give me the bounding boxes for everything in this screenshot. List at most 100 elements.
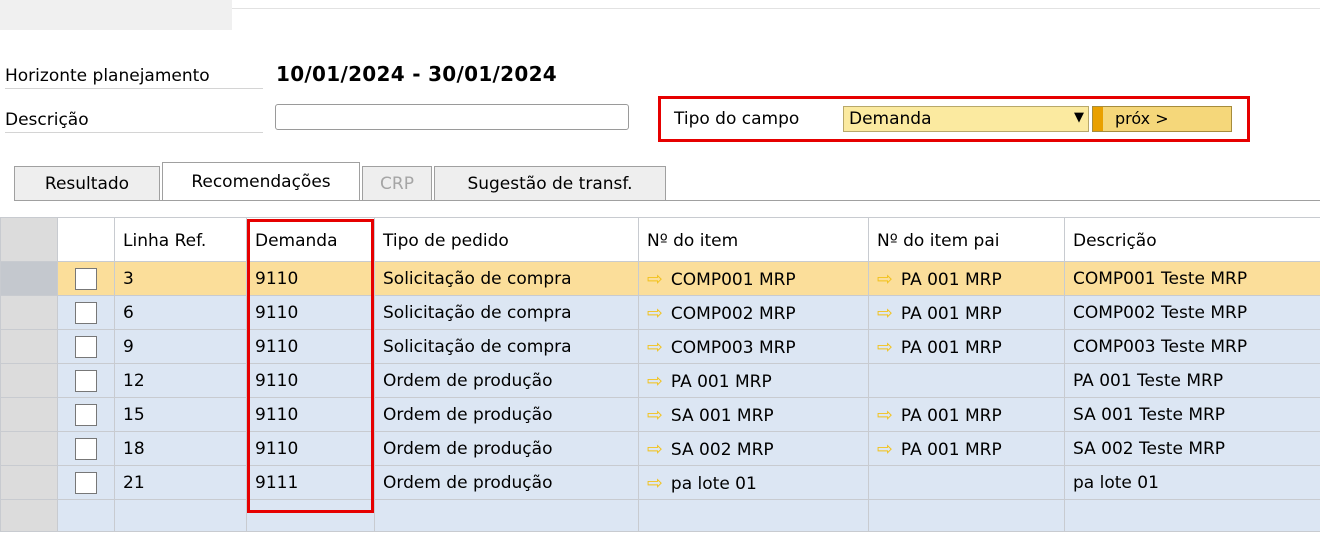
tab-sugestao-transf[interactable]: Sugestão de transf. — [434, 166, 666, 200]
table-row[interactable]: 15 9110 Ordem de produção ⇨ SA 001 MRP ⇨ PA 00… — [0, 397, 1320, 432]
column-header-descricao[interactable]: Descrição — [1064, 217, 1320, 262]
row-checkbox[interactable] — [75, 471, 97, 494]
link-arrow-icon[interactable]: ⇨ — [877, 336, 893, 358]
empty-cell — [868, 499, 1065, 532]
cell-text: PA 001 Teste MRP — [1073, 370, 1224, 391]
row-header-corner — [0, 217, 58, 262]
cell-item: ⇨ SA 001 MRP — [638, 397, 869, 432]
cell-text: COMP003 MRP — [670, 337, 796, 358]
table-row[interactable]: 18 9110 Ordem de produção ⇨ SA 002 MRP ⇨ PA 00… — [0, 431, 1320, 466]
cell-descricao: SA 002 Teste MRP — [1064, 431, 1320, 466]
link-arrow-icon[interactable]: ⇨ — [647, 302, 663, 324]
cell-descricao: pa lote 01 — [1064, 465, 1320, 500]
link-arrow-icon[interactable]: ⇨ — [877, 268, 893, 290]
row-header — [0, 499, 58, 532]
cell-descricao: COMP002 Teste MRP — [1064, 295, 1320, 330]
row-header[interactable] — [0, 329, 58, 364]
link-arrow-icon[interactable]: ⇨ — [877, 302, 893, 324]
cell-item: ⇨ pa lote 01 — [638, 465, 869, 500]
cell-descricao: COMP003 Teste MRP — [1064, 329, 1320, 364]
row-header[interactable] — [0, 397, 58, 432]
table-row[interactable]: 3 9110 Solicitação de compra ⇨ COMP001 MRP ⇨ P… — [0, 261, 1320, 296]
cell-text: 12 — [123, 370, 145, 391]
cell-text: PA 001 MRP — [900, 303, 1002, 324]
column-header-item[interactable]: Nº do item — [638, 217, 869, 262]
cell-text: PA 001 MRP — [900, 439, 1002, 460]
cell-text: pa lote 01 — [1073, 472, 1159, 493]
table-row[interactable]: 12 9110 Ordem de produção ⇨ PA 001 MRP PA 001… — [0, 363, 1320, 398]
cell-text: SA 002 Teste MRP — [1073, 438, 1226, 459]
table-row[interactable]: 6 9110 Solicitação de compra ⇨ COMP002 MRP ⇨ P… — [0, 295, 1320, 330]
chevron-down-icon: ▼ — [1074, 110, 1084, 125]
cell-text: Ordem de produção — [383, 438, 553, 459]
cell-item-pai: ⇨ PA 001 MRP — [868, 431, 1065, 466]
cell-item: ⇨ COMP001 MRP — [638, 261, 869, 296]
cell-item-pai — [868, 363, 1065, 398]
cell-text: 9 — [123, 336, 134, 357]
cell-tipo-pedido: Ordem de produção — [374, 431, 639, 466]
empty-cell — [374, 499, 639, 532]
tab-label: CRP — [380, 173, 414, 194]
row-checkbox[interactable] — [75, 301, 97, 324]
tab-recomendacoes[interactable]: Recomendações — [162, 162, 360, 201]
row-checkbox-cell[interactable] — [57, 295, 115, 330]
link-arrow-icon[interactable]: ⇨ — [647, 472, 663, 494]
link-arrow-icon[interactable]: ⇨ — [647, 370, 663, 392]
column-header-tipo-pedido[interactable]: Tipo de pedido — [374, 217, 639, 262]
descricao-label: Descrição — [5, 110, 89, 130]
row-checkbox[interactable] — [75, 403, 97, 426]
row-checkbox[interactable] — [75, 335, 97, 358]
row-checkbox-cell[interactable] — [57, 397, 115, 432]
row-header[interactable] — [0, 261, 58, 296]
row-header[interactable] — [0, 431, 58, 466]
cell-text: SA 001 MRP — [670, 405, 774, 426]
cell-linha-ref: 9 — [114, 329, 247, 364]
row-checkbox-cell[interactable] — [57, 363, 115, 398]
cell-text: Solicitação de compra — [383, 268, 572, 289]
column-header-linha-ref[interactable]: Linha Ref. — [114, 217, 247, 262]
cell-text: pa lote 01 — [670, 473, 757, 494]
row-checkbox[interactable] — [75, 437, 97, 460]
cell-tipo-pedido: Solicitação de compra — [374, 329, 639, 364]
field-type-select[interactable]: Demanda ▼ — [843, 106, 1089, 132]
link-arrow-icon[interactable]: ⇨ — [647, 438, 663, 460]
row-checkbox[interactable] — [75, 369, 97, 392]
recommendations-table: Linha Ref. Demanda Tipo de pedido Nº do … — [0, 217, 1320, 532]
row-checkbox-cell[interactable] — [57, 431, 115, 466]
row-checkbox-cell[interactable] — [57, 329, 115, 364]
row-checkbox-cell[interactable] — [57, 261, 115, 296]
button-accent-stripe — [1093, 107, 1103, 131]
row-checkbox[interactable] — [75, 267, 97, 290]
row-checkbox-cell[interactable] — [57, 465, 115, 500]
cell-item-pai: ⇨ PA 001 MRP — [868, 397, 1065, 432]
table-row[interactable]: 9 9110 Solicitação de compra ⇨ COMP003 MRP ⇨ P… — [0, 329, 1320, 364]
empty-cell — [1064, 499, 1320, 532]
next-button[interactable]: próx > — [1092, 106, 1232, 132]
descricao-input[interactable] — [275, 104, 629, 130]
row-header[interactable] — [0, 363, 58, 398]
tab-resultado[interactable]: Resultado — [14, 166, 160, 200]
cell-text: PA 001 MRP — [900, 337, 1002, 358]
field-type-label: Tipo do campo — [674, 109, 800, 129]
row-header[interactable] — [0, 465, 58, 500]
link-arrow-icon[interactable]: ⇨ — [647, 404, 663, 426]
field-type-selected-value: Demanda — [849, 109, 932, 129]
tab-label: Recomendações — [191, 172, 331, 192]
horizonte-value: 10/01/2024 - 30/01/2024 — [276, 62, 558, 86]
cell-item: ⇨ SA 002 MRP — [638, 431, 869, 466]
cell-item-pai: ⇨ PA 001 MRP — [868, 295, 1065, 330]
link-arrow-icon[interactable]: ⇨ — [647, 336, 663, 358]
row-header[interactable] — [0, 295, 58, 330]
cell-item: ⇨ PA 001 MRP — [638, 363, 869, 398]
link-arrow-icon[interactable]: ⇨ — [877, 404, 893, 426]
link-arrow-icon[interactable]: ⇨ — [877, 438, 893, 460]
table-row[interactable]: 21 9111 Ordem de produção ⇨ pa lote 01 pa lot… — [0, 465, 1320, 500]
table-row-empty — [0, 499, 1320, 532]
link-arrow-icon[interactable]: ⇨ — [647, 268, 663, 290]
cell-item: ⇨ COMP003 MRP — [638, 329, 869, 364]
cell-item-pai: ⇨ PA 001 MRP — [868, 261, 1065, 296]
cell-item-pai: ⇨ PA 001 MRP — [868, 329, 1065, 364]
cell-text: Ordem de produção — [383, 370, 553, 391]
cell-text: Ordem de produção — [383, 404, 553, 425]
column-header-item-pai[interactable]: Nº do item pai — [868, 217, 1065, 262]
